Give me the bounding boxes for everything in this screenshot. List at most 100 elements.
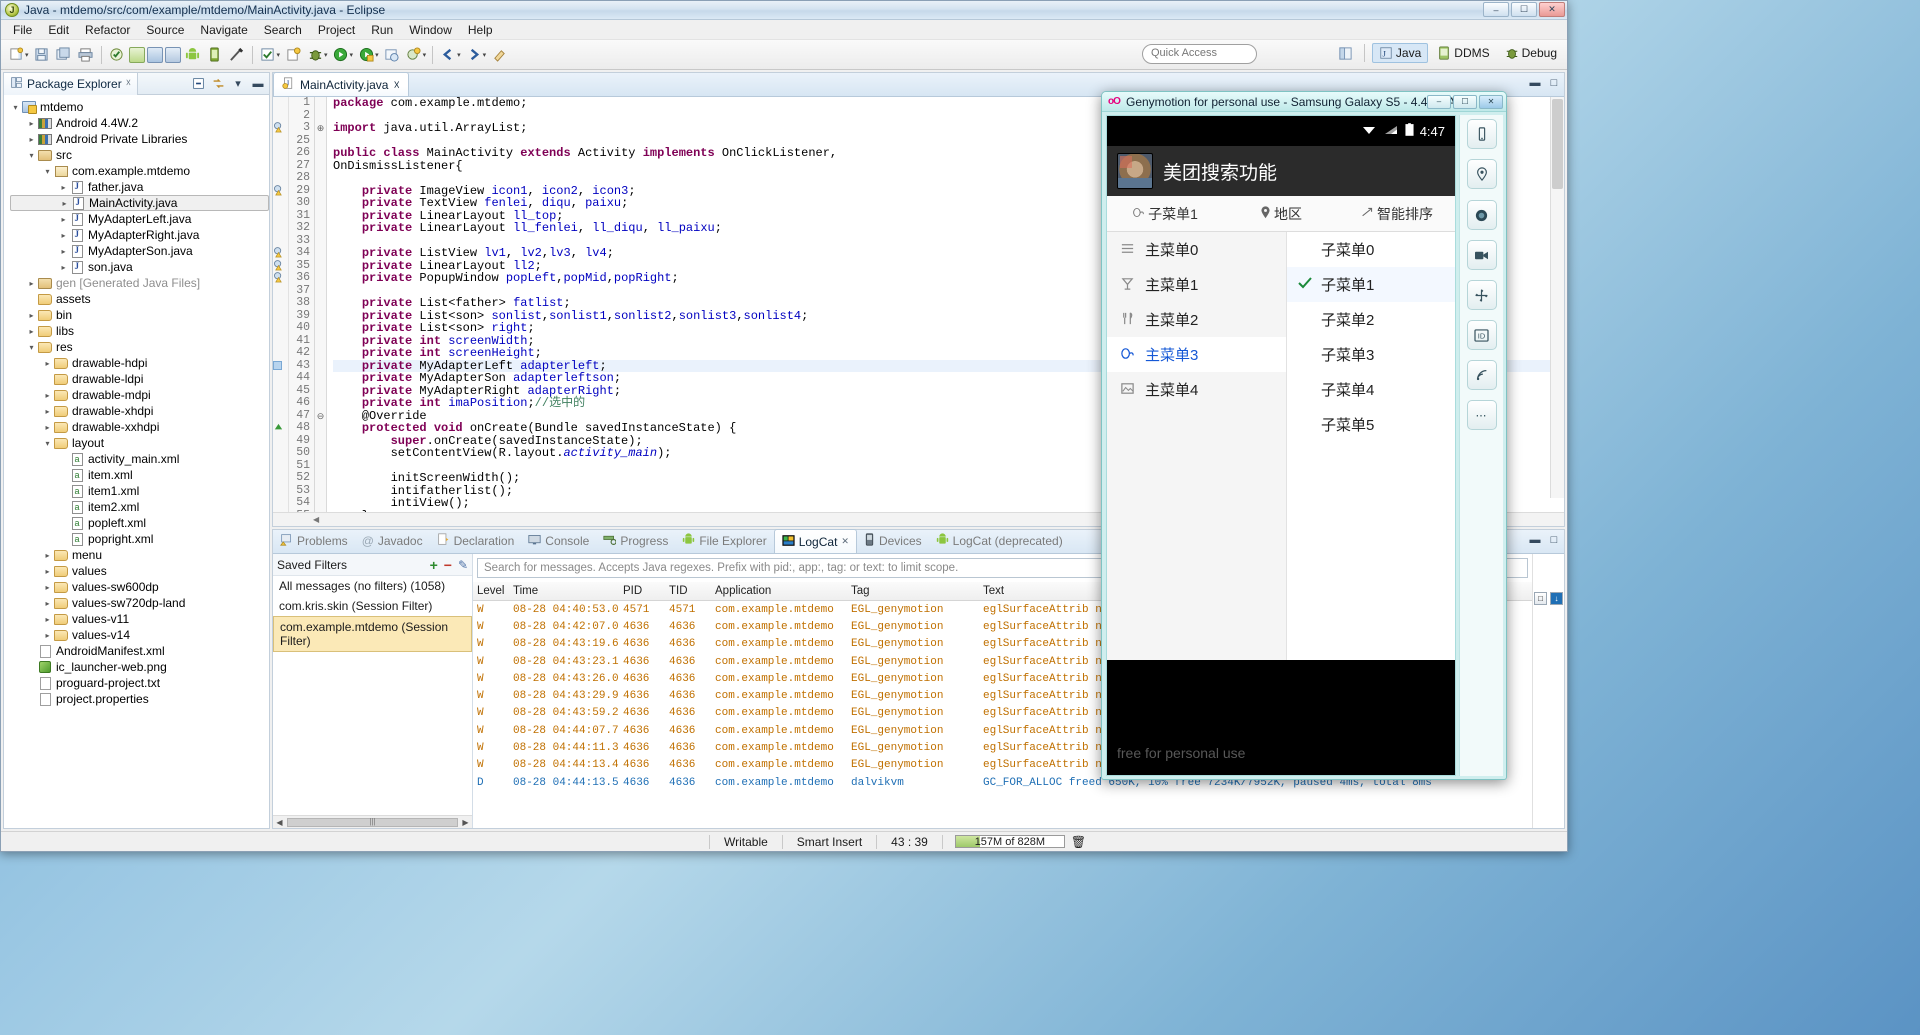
menu-search[interactable]: Search [256, 21, 310, 39]
project-tree[interactable]: mtdemo Android 4.4W.2 Android Private Libr… [4, 95, 269, 828]
build-icon[interactable] [107, 45, 127, 65]
run-dropdown-caret[interactable]: ▾ [350, 51, 354, 59]
run-external-icon[interactable] [356, 45, 376, 65]
perspective-ddms[interactable]: DDMS [1431, 44, 1495, 62]
menu-edit[interactable]: Edit [40, 21, 77, 39]
add-filter-button[interactable]: + [430, 557, 438, 573]
forward-nav-caret[interactable]: ▾ [483, 51, 487, 59]
expand-arrow-closed-icon[interactable] [58, 263, 69, 272]
forward-nav-icon[interactable] [464, 45, 484, 65]
perspective-debug[interactable]: Debug [1499, 44, 1563, 62]
save-icon[interactable] [32, 45, 52, 65]
expand-arrow-closed-icon[interactable] [42, 391, 53, 400]
close-button[interactable]: ✕ [1539, 2, 1565, 17]
tree-item[interactable]: values-sw720dp-land [10, 595, 269, 611]
minimize-view-icon[interactable]: ▬ [1528, 533, 1542, 547]
tree-item[interactable]: item2.xml [10, 499, 269, 515]
expand-arrow-open-icon[interactable] [26, 343, 37, 352]
tree-item[interactable]: com.example.mtdemo [10, 163, 269, 179]
right-menu-item[interactable]: 子菜单2 [1287, 302, 1455, 337]
tab-package-explorer[interactable]: Package Explorer ☓ [4, 72, 139, 95]
tree-item[interactable]: MyAdapterLeft.java [10, 211, 269, 227]
column-header-tag[interactable]: Tag [847, 585, 979, 597]
tree-item[interactable]: assets [10, 291, 269, 307]
left-menu-item[interactable]: 主菜单1 [1107, 267, 1286, 302]
expand-arrow-closed-icon[interactable] [59, 199, 70, 208]
tree-item[interactable]: AndroidManifest.xml [10, 643, 269, 659]
tree-item[interactable]: drawable-ldpi [10, 371, 269, 387]
gps-icon[interactable] [1466, 159, 1497, 189]
scroll-left-arrow[interactable]: ◀ [273, 818, 286, 827]
wand-icon[interactable] [227, 45, 247, 65]
id-card-icon[interactable]: ID [1466, 320, 1497, 350]
tree-item[interactable]: gen [Generated Java Files] [10, 275, 269, 291]
expand-arrow-closed-icon[interactable] [42, 567, 53, 576]
tree-item[interactable]: values-sw600dp [10, 579, 269, 595]
minimize-view-icon[interactable]: ▬ [251, 77, 265, 91]
maximize-button[interactable]: ☐ [1511, 2, 1537, 17]
left-menu-item[interactable]: 主菜单4 [1107, 372, 1286, 407]
tree-item[interactable]: values-v11 [10, 611, 269, 627]
expand-arrow-closed-icon[interactable] [58, 215, 69, 224]
left-menu-item[interactable]: 主菜单3 [1107, 337, 1286, 372]
perspective-java[interactable]: J Java [1371, 43, 1429, 63]
tab-progress[interactable]: Progress [596, 529, 675, 553]
right-menu-item[interactable]: 子菜单1 [1287, 267, 1455, 302]
expand-arrow-closed-icon[interactable] [26, 135, 37, 144]
left-menu-item[interactable]: 主菜单0 [1107, 232, 1286, 267]
expand-arrow-closed-icon[interactable] [26, 119, 37, 128]
minimize-button[interactable]: – [1427, 94, 1451, 109]
column-header-pid[interactable]: PID [619, 585, 665, 597]
column-header-application[interactable]: Application [711, 585, 847, 597]
tree-item[interactable]: MyAdapterRight.java [10, 227, 269, 243]
minimize-button[interactable]: – [1483, 2, 1509, 17]
new-dropdown-caret[interactable]: ▾ [25, 51, 29, 59]
tree-item[interactable]: drawable-xhdpi [10, 403, 269, 419]
tree-item[interactable]: project.properties [10, 691, 269, 707]
right-menu-item[interactable]: 子菜单0 [1287, 232, 1455, 267]
right-menu-list[interactable]: 子菜单0 子菜单1 子菜单2 子菜单3 子菜单4 子菜单5 [1287, 232, 1455, 660]
check-icon[interactable] [258, 45, 278, 65]
run-external-caret[interactable]: ▾ [375, 51, 379, 59]
expand-arrow-closed-icon[interactable] [26, 311, 37, 320]
right-menu-item[interactable]: 子菜单4 [1287, 372, 1455, 407]
close-icon[interactable]: ✕ [841, 536, 849, 547]
tree-item[interactable]: MyAdapterSon.java [10, 243, 269, 259]
filters-horizontal-scrollbar[interactable]: ◀ ▶ [273, 815, 472, 828]
expand-arrow-open-icon[interactable] [10, 103, 21, 112]
new-class-caret[interactable]: ▾ [423, 51, 427, 59]
expand-arrow-open-icon[interactable] [26, 151, 37, 160]
tree-item[interactable]: Android 4.4W.2 [10, 115, 269, 131]
annotation-ruler[interactable] [273, 97, 289, 512]
expand-arrow-closed-icon[interactable] [42, 551, 53, 560]
tree-item[interactable]: drawable-xxhdpi [10, 419, 269, 435]
tree-item[interactable]: son.java [10, 259, 269, 275]
tree-item[interactable]: menu [10, 547, 269, 563]
expand-arrow-closed-icon[interactable] [26, 327, 37, 336]
expand-arrow-open-icon[interactable] [42, 439, 53, 448]
expand-arrow-closed-icon[interactable] [42, 599, 53, 608]
save-all-icon[interactable] [54, 45, 74, 65]
menu-refactor[interactable]: Refactor [77, 21, 138, 39]
print-icon[interactable] [76, 45, 96, 65]
tab-logcat-deprecated[interactable]: LogCat (deprecated) [929, 529, 1070, 553]
menu-help[interactable]: Help [460, 21, 501, 39]
tab-devices[interactable]: Devices [857, 529, 929, 553]
open-type-icon[interactable] [382, 45, 402, 65]
run-gc-icon[interactable]: 🗑 [1071, 835, 1086, 849]
maximize-button[interactable]: ☐ [1453, 94, 1477, 109]
left-menu-item[interactable]: 主菜单2 [1107, 302, 1286, 337]
expand-arrow-closed-icon[interactable] [42, 407, 53, 416]
filter-item[interactable]: com.kris.skin (Session Filter) [273, 596, 472, 616]
rotate-icon[interactable] [1466, 280, 1497, 310]
more-icon[interactable]: ⋯ [1466, 400, 1497, 430]
tab-declaration[interactable]: Declaration [430, 529, 522, 553]
tree-item[interactable]: mtdemo [10, 99, 269, 115]
close-button[interactable]: ✕ [1479, 94, 1503, 109]
menu-source[interactable]: Source [138, 21, 192, 39]
tree-item[interactable]: src [10, 147, 269, 163]
expand-arrow-closed-icon[interactable] [42, 359, 53, 368]
tab-region[interactable]: 地区 [1223, 204, 1339, 224]
minimize-editor-icon[interactable]: ▬ [1528, 76, 1542, 90]
tree-item[interactable]: father.java [10, 179, 269, 195]
